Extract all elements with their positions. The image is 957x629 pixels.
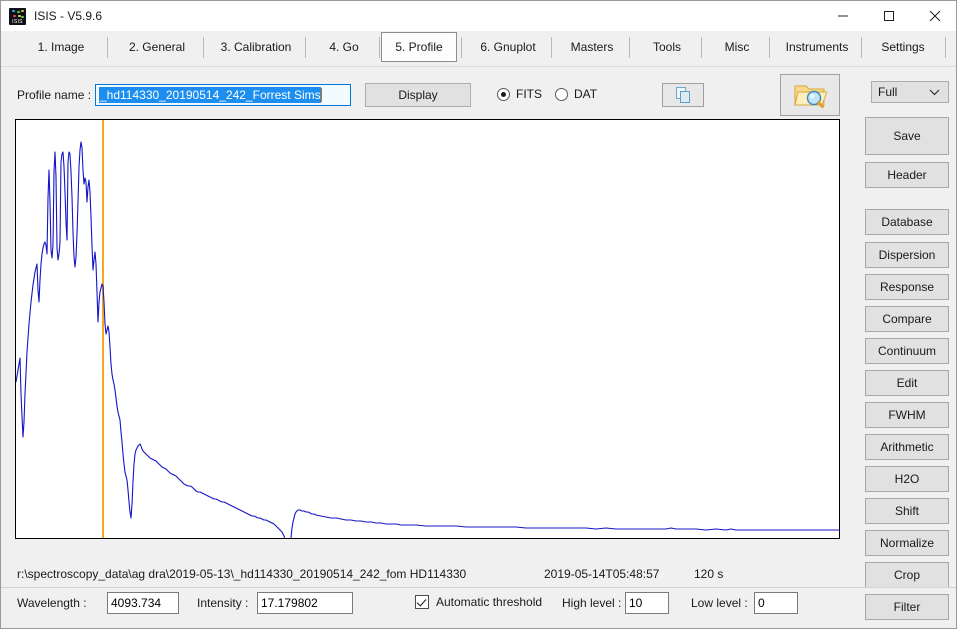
copy-pages-icon [676,87,690,103]
tab-separator [379,37,380,58]
title-bar: ISIS ISIS - V5.9.6 [1,1,956,31]
folder-search-icon [794,85,827,109]
tab-gnuplot[interactable]: 6. Gnuplot [465,33,551,61]
spectrum-trace [16,141,839,538]
automatic-threshold-label: Automatic threshold [436,595,543,609]
display-button[interactable]: Display [365,83,471,107]
range-select-value: Full [878,85,898,99]
isis-logo-icon: ISIS [9,7,26,25]
tab-separator [551,37,552,58]
save-button[interactable]: Save [865,117,949,155]
intensity-label: Intensity : [197,596,249,610]
format-fits-label: FITS [516,87,542,101]
browse-file-button[interactable] [780,74,840,116]
tab-misc[interactable]: Misc [705,33,769,61]
tab-general[interactable]: 2. General [111,33,203,61]
radio-indicator-dat [555,87,568,101]
tab-separator [107,37,108,58]
format-dat-radio[interactable]: DAT [555,87,597,101]
h2o-button[interactable]: H2O [865,466,949,492]
database-button[interactable]: Database [865,209,949,235]
intensity-input[interactable]: 17.179802 [257,592,353,614]
tab-separator [203,37,204,58]
format-fits-radio[interactable]: FITS [497,87,542,101]
fwhm-button[interactable]: FWHM [865,402,949,428]
profile-name-input[interactable]: _hd114330_20190514_242_Forrest Sims [95,84,351,106]
tab-separator [305,37,306,58]
profile-name-value: _hd114330_20190514_242_Forrest Sims [99,87,321,103]
wavelength-label: Wavelength : [17,596,87,610]
low-level-label: Low level : [691,596,748,610]
window-title: ISIS - V5.9.6 [34,9,103,23]
tab-calibration[interactable]: 3. Calibration [207,33,305,61]
automatic-threshold-checkbox[interactable]: Automatic threshold [415,595,542,609]
file-path-label: r:\spectroscopy_data\ag dra\2019-05-13\_… [17,567,467,581]
tab-profile[interactable]: 5. Profile [381,32,457,62]
filter-button[interactable]: Filter [865,594,949,620]
low-level-input[interactable]: 0 [754,592,798,614]
checkbox-indicator [415,595,429,609]
dispersion-button[interactable]: Dispersion [865,242,949,268]
isis-application-window: ISIS ISIS - V5.9.6 1. Image 2. General 3… [0,0,957,629]
spectrum-plot-canvas [16,120,839,538]
footer-divider [1,587,956,588]
tab-settings[interactable]: Settings [865,33,941,61]
high-level-label: High level : [562,596,622,610]
tab-go[interactable]: 4. Go [309,33,379,61]
minimize-button[interactable] [820,1,866,31]
format-dat-label: DAT [574,87,598,101]
main-tab-bar: 1. Image 2. General 3. Calibration 4. Go… [1,31,956,67]
compare-button[interactable]: Compare [865,306,949,332]
tab-separator [945,37,946,58]
exposure-time: 120 s [694,567,724,581]
continuum-button[interactable]: Continuum [865,338,949,364]
tab-separator [629,37,630,58]
tab-separator [861,37,862,58]
response-button[interactable]: Response [865,274,949,300]
tab-separator [769,37,770,58]
range-select[interactable]: Full [871,81,949,103]
isis-logo-text: ISIS [12,18,23,25]
tab-instruments[interactable]: Instruments [773,33,861,61]
shift-button[interactable]: Shift [865,498,949,524]
header-button[interactable]: Header [865,162,949,188]
normalize-button[interactable]: Normalize [865,530,949,556]
spectrum-plot[interactable] [15,119,840,539]
arithmetic-button[interactable]: Arithmetic [865,434,949,460]
window-controls [820,1,956,31]
crop-button[interactable]: Crop [865,562,949,588]
tab-image[interactable]: 1. Image [15,33,107,61]
tab-tools[interactable]: Tools [633,33,701,61]
radio-indicator-fits [497,87,510,101]
copy-profile-button[interactable] [662,83,704,107]
maximize-button[interactable] [866,1,912,31]
tab-masters[interactable]: Masters [555,33,629,61]
tab-separator [461,37,462,58]
wavelength-input[interactable]: 4093.734 [107,592,179,614]
text-caret [320,88,322,102]
chevron-down-icon [929,85,940,99]
edit-button[interactable]: Edit [865,370,949,396]
profile-name-label: Profile name : [17,88,92,102]
high-level-input[interactable]: 10 [625,592,669,614]
observation-timestamp: 2019-05-14T05:48:57 [544,567,660,581]
tab-separator [701,37,702,58]
close-button[interactable] [912,1,956,31]
